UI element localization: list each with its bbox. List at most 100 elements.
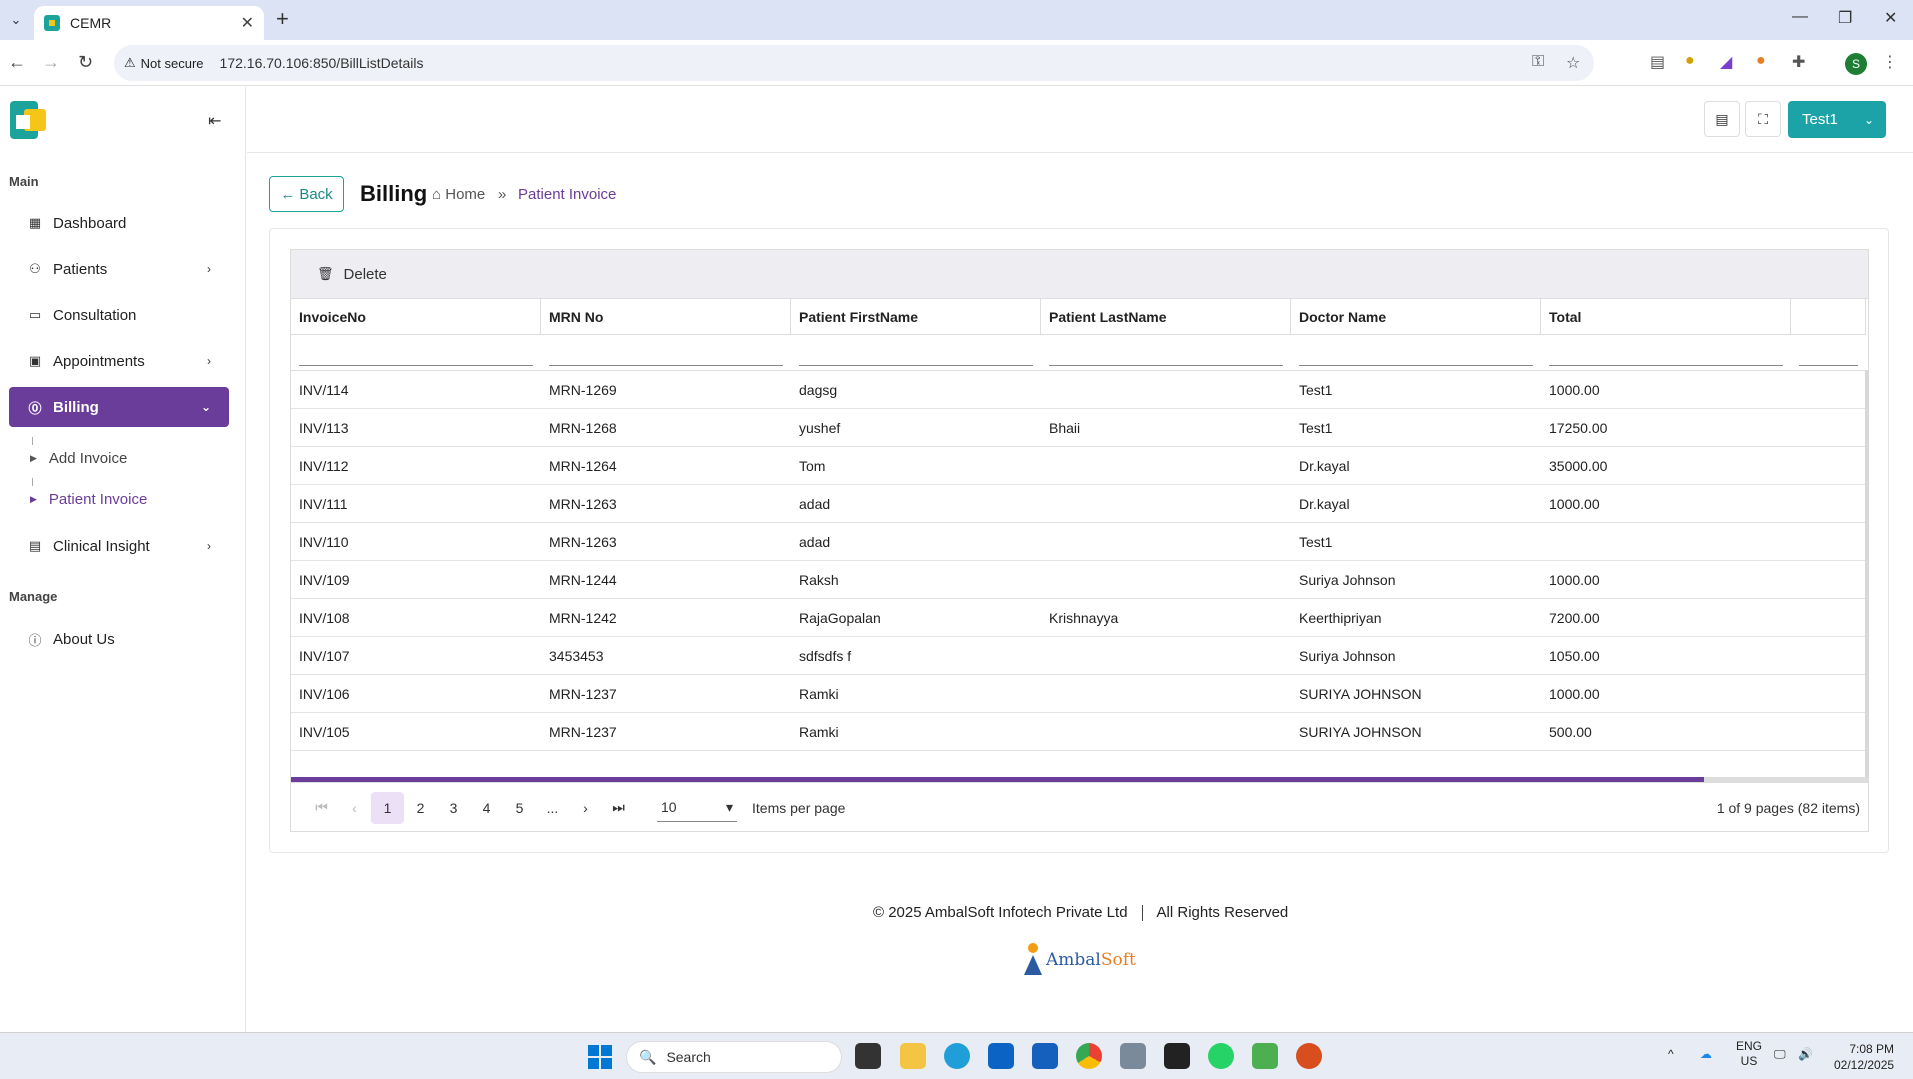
task-view-icon[interactable] xyxy=(855,1043,881,1069)
fullscreen-icon[interactable]: ⛶ xyxy=(1745,101,1781,137)
filter-input[interactable] xyxy=(1791,335,1866,370)
whatsapp-icon[interactable] xyxy=(1208,1043,1234,1069)
page-button[interactable]: 3 xyxy=(437,792,470,824)
table-cell: Ramki xyxy=(799,723,839,740)
table-row[interactable]: INV/109 MRN-1244 Raksh Suriya Johnson 1000.0… xyxy=(291,561,1868,599)
restore-icon[interactable]: ❐ xyxy=(1838,8,1852,28)
browser-tab-bar: ⌄ CEMR ✕ + — ❐ ✕ xyxy=(0,0,1913,40)
sidebar-item-about-us[interactable]: ⓘ About Us xyxy=(9,619,229,659)
browser-tab[interactable]: CEMR ✕ xyxy=(34,6,264,40)
new-tab-icon[interactable]: + xyxy=(276,6,289,32)
column-header[interactable]: Patient FirstName xyxy=(791,299,1041,334)
breadcrumb-current[interactable]: Patient Invoice xyxy=(518,186,616,203)
page-button[interactable]: 1 xyxy=(371,791,404,824)
table-cell: Test1 xyxy=(1299,533,1333,550)
user-menu-button[interactable]: Test1 ⌄ xyxy=(1788,101,1886,138)
extensions-puzzle-icon[interactable]: ✚ xyxy=(1792,52,1805,72)
filter-input[interactable] xyxy=(1041,335,1291,370)
table-cell: INV/112 xyxy=(299,457,349,474)
first-page-icon[interactable]: ⏮ xyxy=(305,792,338,824)
close-tab-icon[interactable]: ✕ xyxy=(241,13,254,33)
collapse-sidebar-icon[interactable]: ⇤ xyxy=(208,111,221,131)
column-header[interactable]: MRN No xyxy=(541,299,791,334)
table-cell: INV/105 xyxy=(299,723,350,740)
table-row[interactable]: INV/113 MRN-1268 yushef Bhaii Test1 17250.00 xyxy=(291,409,1868,447)
bookmark-star-icon[interactable]: ☆ xyxy=(1566,53,1580,73)
trash-icon[interactable]: 🗑 xyxy=(317,266,334,282)
chevron-right-icon: › xyxy=(207,262,211,276)
filter-input[interactable] xyxy=(1291,335,1541,370)
minimize-icon[interactable]: — xyxy=(1792,8,1808,26)
network-app-icon[interactable] xyxy=(1120,1043,1146,1069)
sidebar-item-clinical-insight[interactable]: ▤ Clinical Insight › xyxy=(9,526,229,566)
prev-page-icon[interactable]: ‹ xyxy=(338,792,371,824)
vertical-scrollbar[interactable] xyxy=(1865,371,1869,780)
file-explorer-icon[interactable] xyxy=(900,1043,926,1069)
column-header[interactable]: InvoiceNo xyxy=(291,299,541,334)
table-row[interactable]: INV/107 3453453 sdfsdfs f Suriya Johnson 105… xyxy=(291,637,1868,675)
snip-tool-icon[interactable] xyxy=(1252,1043,1278,1069)
breadcrumb-home[interactable]: ⌂ Home xyxy=(432,186,485,203)
page-button[interactable]: 5 xyxy=(503,792,536,824)
sidebar-item-dashboard[interactable]: ▦ Dashboard xyxy=(9,203,229,243)
table-row[interactable]: INV/114 MRN-1269 dagsg Test1 1000.00 xyxy=(291,371,1868,409)
back-nav-icon[interactable]: ← xyxy=(8,52,26,73)
page-button[interactable]: 2 xyxy=(404,792,437,824)
table-row[interactable]: INV/108 MRN-1242 RajaGopalan Krishnayya Keer… xyxy=(291,599,1868,637)
not-secure-badge[interactable]: ⚠ Not secure xyxy=(124,55,204,71)
taskbar-search[interactable]: 🔍 Search xyxy=(626,1041,842,1073)
browser-menu-icon[interactable]: ⋮ xyxy=(1882,52,1898,72)
column-header[interactable]: Patient LastName xyxy=(1041,299,1291,334)
extension-icon[interactable]: ● xyxy=(1756,52,1766,70)
cp-app-icon[interactable] xyxy=(1296,1043,1322,1069)
table-row[interactable]: INV/112 MRN-1264 Tom Dr.kayal 35000.00 xyxy=(291,447,1868,485)
filter-input[interactable] xyxy=(291,335,541,370)
reader-icon[interactable]: ▤ xyxy=(1650,52,1665,72)
profile-avatar[interactable]: S xyxy=(1845,53,1867,75)
network-icon[interactable]: 🖵 xyxy=(1774,1047,1786,1062)
outlook-icon[interactable] xyxy=(988,1043,1014,1069)
windows-start-icon[interactable] xyxy=(588,1045,612,1069)
store-icon[interactable] xyxy=(1032,1043,1058,1069)
table-row[interactable]: INV/106 MRN-1237 Ramki SURIYA JOHNSON 1000.0… xyxy=(291,675,1868,713)
edge-icon[interactable] xyxy=(944,1043,970,1069)
volume-icon[interactable]: 🔊 xyxy=(1798,1047,1813,1061)
sidebar-subitem-patient-invoice[interactable]: ▶ Patient Invoice xyxy=(30,491,147,508)
chrome-icon[interactable] xyxy=(1076,1043,1102,1069)
tray-chevron-icon[interactable]: ^ xyxy=(1668,1047,1674,1061)
close-window-icon[interactable]: ✕ xyxy=(1884,8,1897,28)
extension-icon[interactable]: ◢ xyxy=(1720,52,1732,72)
clock[interactable]: 7:08 PM 02/12/2025 xyxy=(1834,1041,1894,1073)
onedrive-icon[interactable]: ☁ xyxy=(1700,1047,1712,1061)
table-row[interactable]: INV/110 MRN-1263 adad Test1 xyxy=(291,523,1868,561)
page-ellipsis[interactable]: ... xyxy=(536,792,569,824)
forward-nav-icon[interactable]: → xyxy=(42,52,60,73)
sidebar-subitem-add-invoice[interactable]: ▶ Add Invoice xyxy=(30,450,127,467)
tab-list-icon[interactable]: ⌄ xyxy=(4,8,28,32)
table-row[interactable]: INV/105 MRN-1237 Ramki SURIYA JOHNSON 500.00 xyxy=(291,713,1868,751)
sticky-notes-icon[interactable] xyxy=(1164,1043,1190,1069)
filter-input[interactable] xyxy=(1541,335,1791,370)
page-button[interactable]: 4 xyxy=(470,792,503,824)
column-header[interactable]: Total xyxy=(1541,299,1791,334)
delete-button[interactable]: Delete xyxy=(344,266,387,283)
extension-icon[interactable]: ● xyxy=(1685,52,1695,70)
layout-toggle-icon[interactable]: ▤ xyxy=(1704,101,1740,137)
back-button[interactable]: ← Back xyxy=(269,176,344,212)
filter-input[interactable] xyxy=(791,335,1041,370)
last-page-icon[interactable]: ⏭ xyxy=(602,792,635,824)
url-input[interactable]: ⚠ Not secure 172.16.70.106:850/BillListDe… xyxy=(114,45,1594,81)
next-page-icon[interactable]: › xyxy=(569,792,602,824)
app-logo[interactable] xyxy=(10,101,50,141)
language-indicator[interactable]: ENG US xyxy=(1736,1039,1762,1069)
sidebar-item-billing[interactable]: ⓪ Billing ⌄ xyxy=(9,387,229,427)
filter-input[interactable] xyxy=(541,335,791,370)
sidebar-item-consultation[interactable]: ▭ Consultation xyxy=(9,295,229,335)
column-header[interactable]: Doctor Name xyxy=(1291,299,1541,334)
page-size-select[interactable]: 10 ▾ xyxy=(657,794,737,822)
table-row[interactable]: INV/111 MRN-1263 adad Dr.kayal 1000.00 xyxy=(291,485,1868,523)
password-key-icon[interactable]: ⚿ xyxy=(1532,53,1544,71)
sidebar-item-appointments[interactable]: ▣ Appointments › xyxy=(9,341,229,381)
reload-icon[interactable]: ↻ xyxy=(78,52,93,73)
sidebar-item-patients[interactable]: ⚇ Patients › xyxy=(9,249,229,289)
